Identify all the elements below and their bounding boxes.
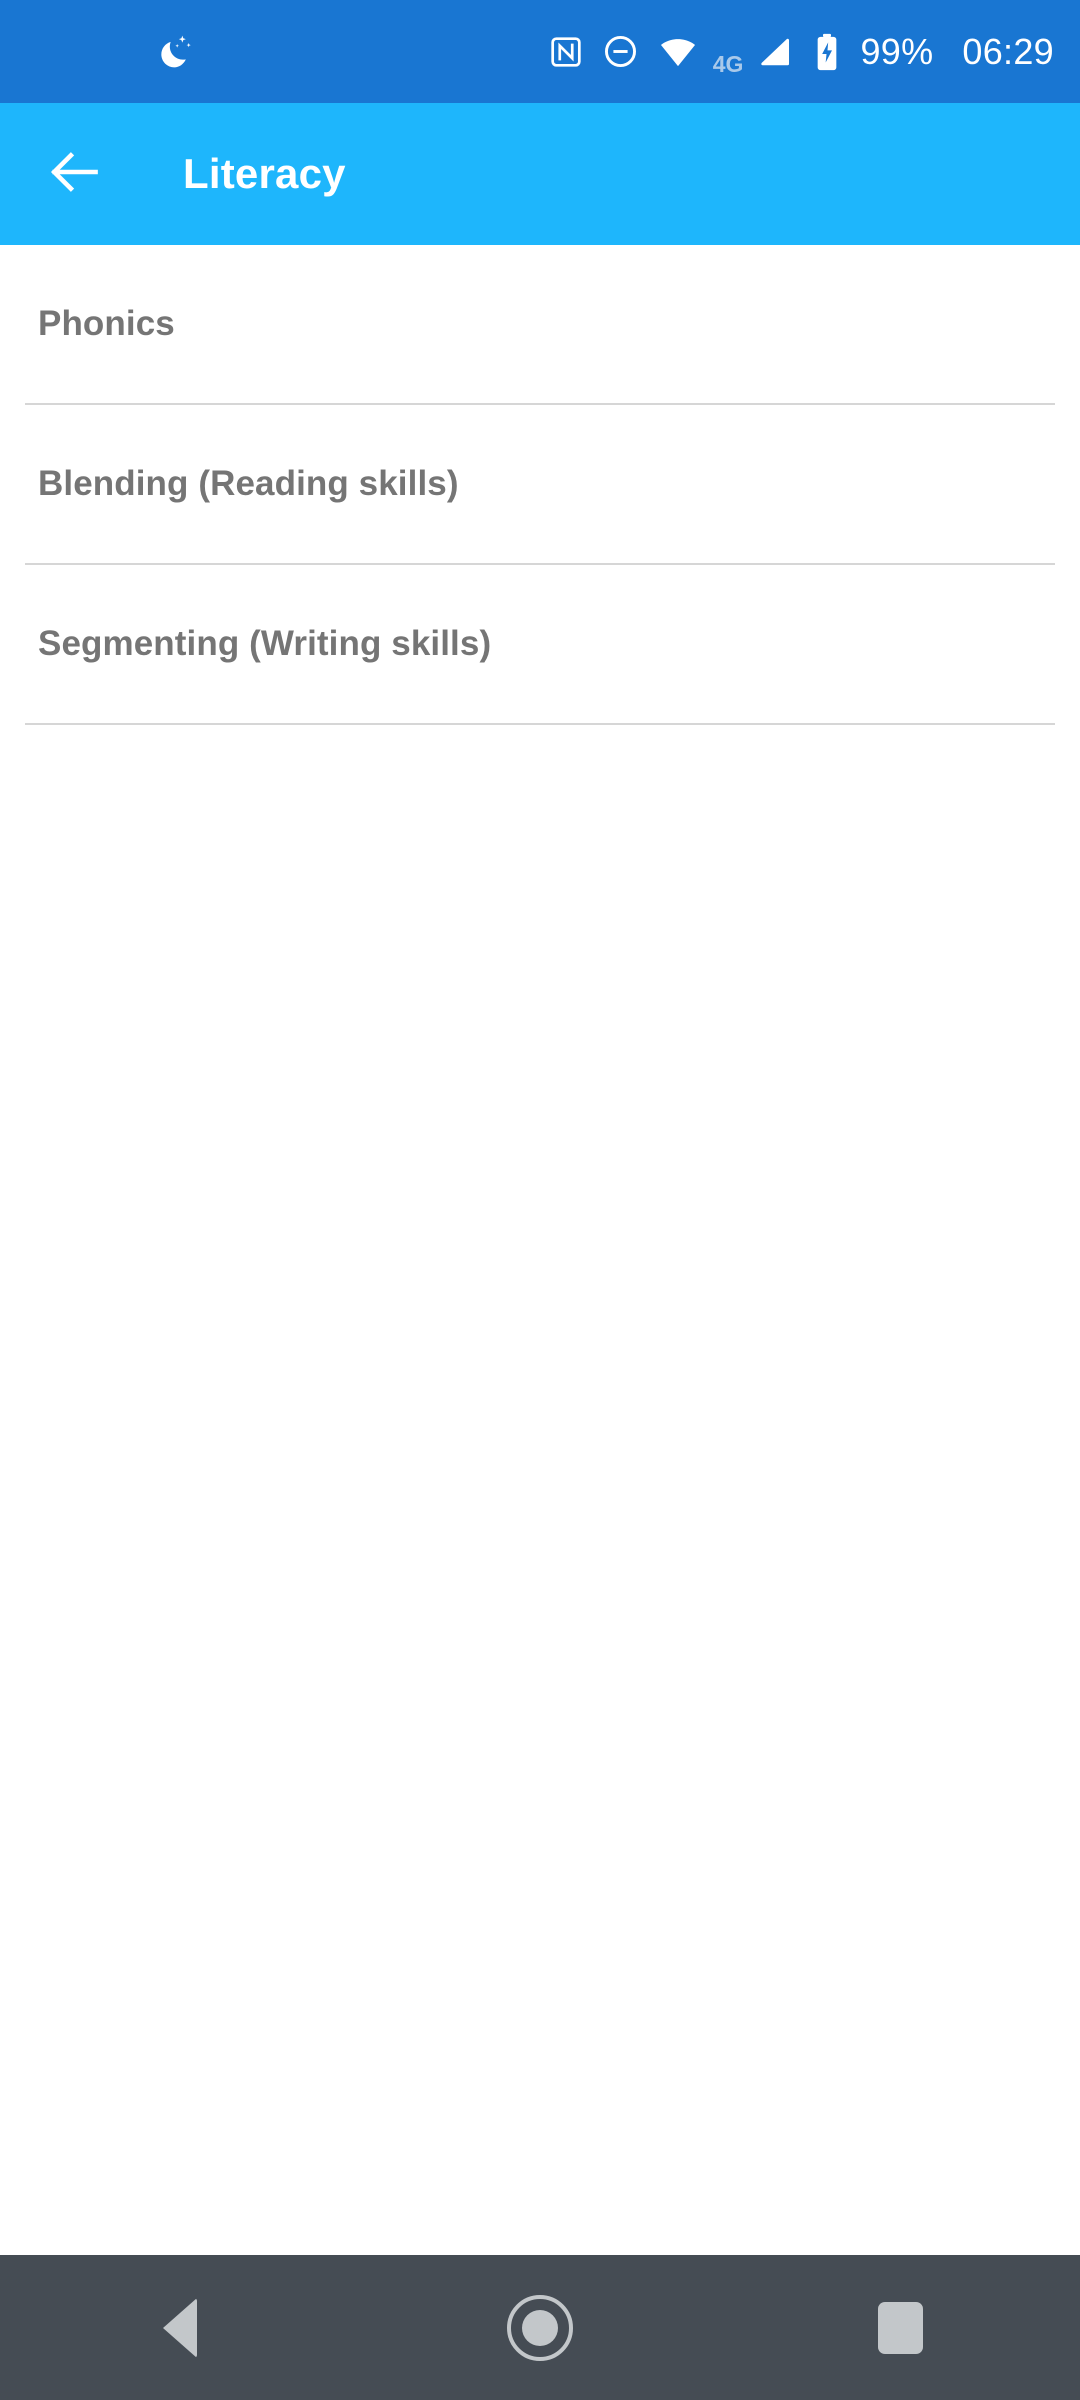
- android-navigation-bar: [0, 2255, 1080, 2400]
- cellular-signal-icon: [756, 33, 794, 71]
- bedtime-mode-icon: [155, 32, 195, 72]
- network-type-label: 4G: [712, 51, 744, 77]
- app-bar: Literacy: [0, 103, 1080, 245]
- list-item[interactable]: Segmenting (Writing skills): [0, 565, 1080, 723]
- square-recents-icon: [877, 2301, 923, 2354]
- literacy-list: Phonics Blending (Reading skills) Segmen…: [0, 245, 1080, 2255]
- battery-percent-label: 99%: [860, 30, 934, 72]
- list-item-label: Segmenting (Writing skills): [38, 624, 492, 663]
- status-bar-left-icons: [0, 32, 195, 72]
- status-bar: 4G 99% 06:29: [0, 0, 1080, 103]
- arrow-back-icon: [46, 143, 104, 206]
- list-item[interactable]: Phonics: [0, 245, 1080, 403]
- circle-home-icon: [507, 2294, 573, 2361]
- triangle-back-icon: [163, 2297, 197, 2358]
- nfc-icon: [549, 35, 583, 69]
- wifi-icon: [658, 32, 698, 72]
- status-bar-right-icons: 4G 99% 06:29: [549, 27, 1054, 76]
- clock-label: 06:29: [962, 30, 1054, 72]
- nav-recents-button[interactable]: [810, 2255, 990, 2400]
- phone-screen: 4G 99% 06:29 Literacy Phonics Blending (…: [0, 0, 1080, 2400]
- nav-back-button[interactable]: [90, 2255, 270, 2400]
- list-item-label: Blending (Reading skills): [38, 464, 459, 503]
- do-not-disturb-icon: [602, 33, 639, 70]
- list-item[interactable]: Blending (Reading skills): [0, 405, 1080, 563]
- battery-charging-icon: [813, 32, 841, 72]
- list-item-label: Phonics: [38, 304, 175, 343]
- list-divider: [25, 723, 1055, 725]
- page-title: Literacy: [183, 150, 346, 197]
- nav-home-button[interactable]: [450, 2255, 630, 2400]
- back-button[interactable]: [38, 137, 112, 211]
